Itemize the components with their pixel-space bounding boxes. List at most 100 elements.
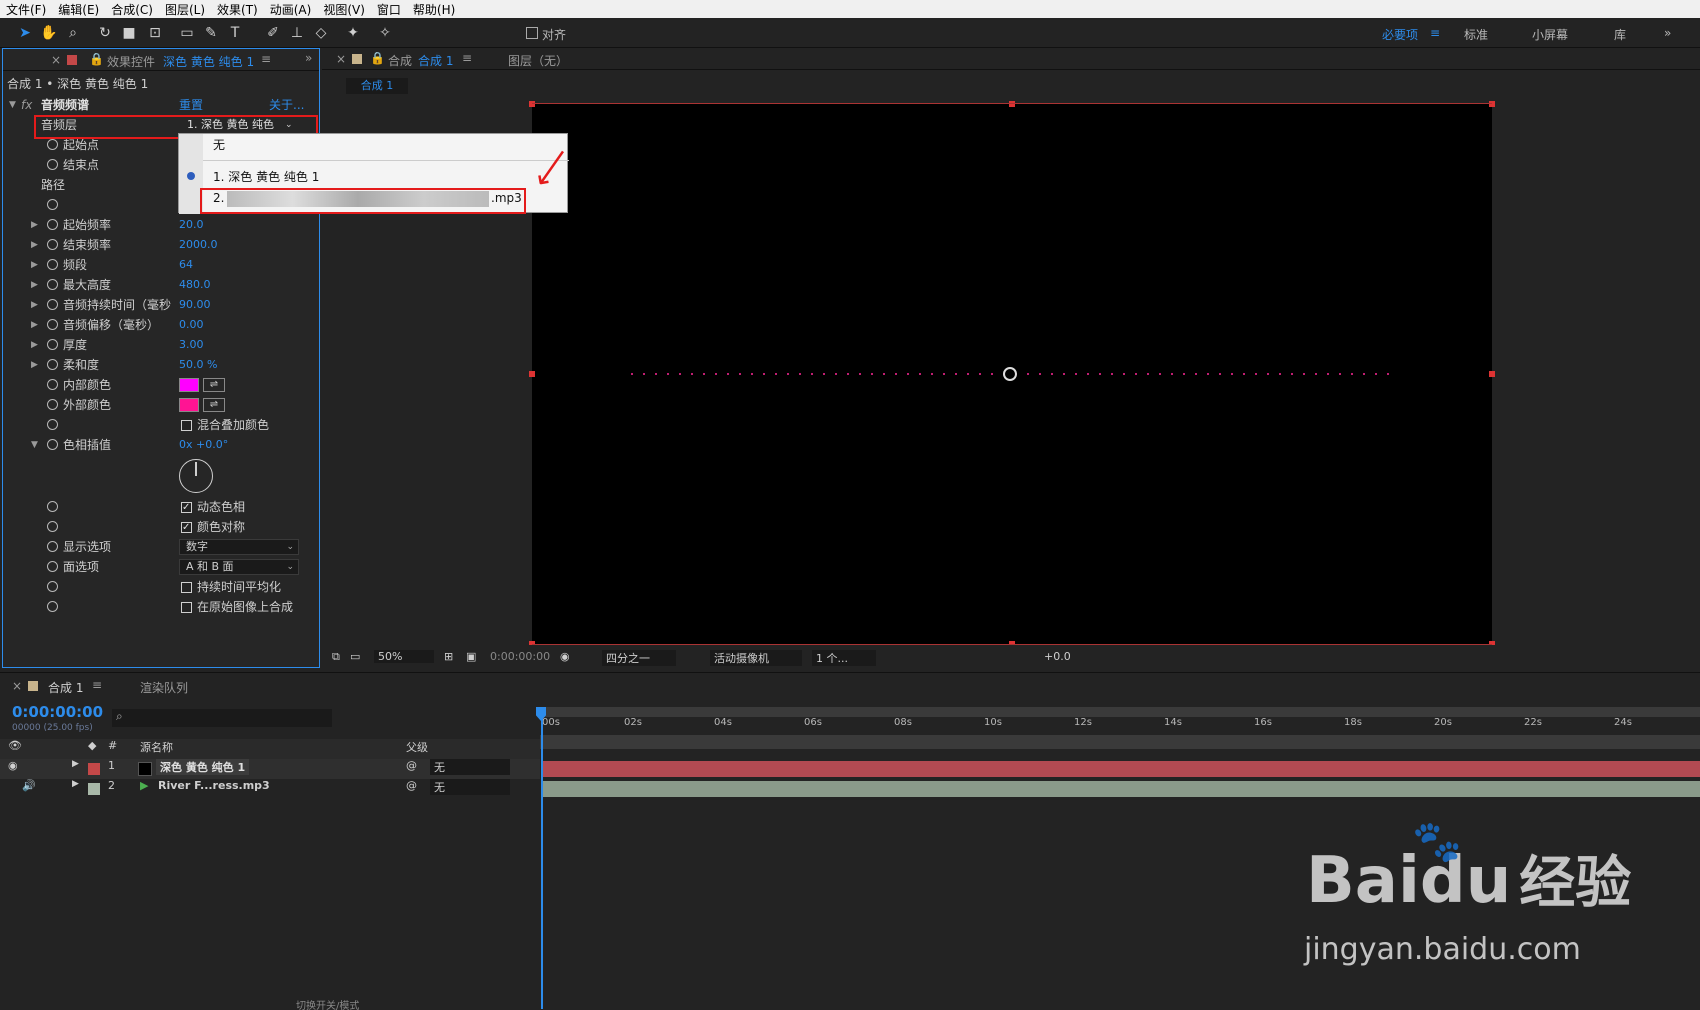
camera-tool-icon[interactable]: ■ (120, 24, 138, 42)
fx-icon[interactable]: fx (21, 95, 32, 115)
inside-color-swatch[interactable] (179, 378, 199, 392)
stopwatch-icon[interactable] (47, 159, 58, 170)
param-value[interactable]: 480.0 (179, 275, 211, 295)
layer-label-color[interactable] (88, 763, 100, 775)
text-tool-icon[interactable]: T (226, 24, 244, 42)
stopwatch-icon[interactable] (47, 299, 58, 310)
close-icon[interactable]: × (336, 52, 346, 66)
expand-icon[interactable]: ▶ (31, 355, 38, 375)
zoom-dropdown[interactable]: 50% (374, 650, 434, 663)
stopwatch-icon[interactable] (47, 319, 58, 330)
expand-icon[interactable]: ▶ (72, 779, 79, 789)
zoom-tool-icon[interactable]: ⌕ (64, 24, 82, 42)
panel-menu-icon[interactable]: ≡ (92, 678, 102, 692)
panel-expand-icon[interactable]: » (305, 51, 312, 65)
param-value[interactable]: 64 (179, 255, 193, 275)
stopwatch-icon[interactable] (47, 541, 58, 552)
angle-dial[interactable] (179, 459, 213, 493)
eyedropper-icon[interactable]: ⇌ (203, 378, 225, 392)
layer-viewer-tab[interactable]: 图层（无） (508, 52, 568, 69)
parent-dropdown[interactable]: 无 (430, 759, 510, 775)
workspace-small-screen[interactable]: 小屏幕 (1532, 26, 1568, 43)
layer-name[interactable]: 深色 黄色 纯色 1 (156, 759, 250, 775)
eyedropper-icon[interactable]: ⇌ (203, 398, 225, 412)
always-preview-icon[interactable]: ⧉ (332, 650, 340, 664)
layer-label-color[interactable] (88, 783, 100, 795)
stopwatch-icon[interactable] (47, 359, 58, 370)
work-area-bar[interactable] (540, 707, 1700, 717)
selection-tool-icon[interactable]: ➤ (16, 24, 34, 42)
param-value[interactable]: 3.00 (179, 335, 204, 355)
stopwatch-icon[interactable] (47, 439, 58, 450)
dynamic-hue-checkbox[interactable] (181, 498, 192, 518)
close-icon[interactable]: × (51, 53, 61, 67)
stopwatch-icon[interactable] (47, 219, 58, 230)
pan-behind-tool-icon[interactable]: ⊡ (146, 24, 164, 42)
color-symmetry-checkbox[interactable] (181, 518, 192, 538)
layer-bar-1[interactable] (542, 761, 1700, 777)
stopwatch-icon[interactable] (47, 501, 58, 512)
collapse-icon[interactable]: ▼ (9, 95, 16, 115)
expand-icon[interactable]: ▶ (31, 255, 38, 275)
menu-file[interactable]: 文件(F) (0, 1, 52, 18)
menu-layer[interactable]: 图层(L) (159, 1, 211, 18)
lock-icon[interactable]: 🔒 (89, 52, 104, 66)
pen-tool-icon[interactable]: ✎ (202, 24, 220, 42)
resolution-dropdown[interactable]: 四分之一 (602, 650, 676, 666)
eraser-tool-icon[interactable]: ◇ (312, 24, 330, 42)
layer-name[interactable]: River F...ress.mp3 (158, 779, 270, 792)
stopwatch-icon[interactable] (47, 139, 58, 150)
workspace-standard[interactable]: 标准 (1464, 26, 1488, 43)
snapshot-icon[interactable]: ◉ (560, 650, 570, 663)
lock-icon[interactable]: 🔒 (370, 51, 385, 65)
menu-composition[interactable]: 合成(C) (105, 1, 159, 18)
menu-edit[interactable]: 编辑(E) (52, 1, 105, 18)
expand-icon[interactable]: ▶ (31, 215, 38, 235)
anchor-point-icon[interactable] (1003, 367, 1017, 381)
param-value[interactable]: 2000.0 (179, 235, 218, 255)
hue-interp-value[interactable]: 0x +0.0° (179, 435, 228, 455)
stopwatch-icon[interactable] (47, 239, 58, 250)
param-value[interactable]: 90.00 (179, 295, 211, 315)
popup-item-solid[interactable]: 1. 深色 黄色 纯色 1 (213, 168, 319, 185)
hand-tool-icon[interactable]: ✋ (40, 24, 58, 42)
display-options-dropdown[interactable]: 数字 ⌄ (179, 539, 299, 555)
effect-controls-tab-layer[interactable]: 深色 黄色 纯色 1 (163, 53, 254, 70)
more-workspaces-icon[interactable]: » (1664, 26, 1671, 40)
toggle-switches-label[interactable]: 切换开关/模式 (296, 997, 359, 1010)
brush-tool-icon[interactable]: ✐ (264, 24, 282, 42)
puppet-pin-icon[interactable]: ✧ (376, 24, 394, 42)
layer-bar-2[interactable] (542, 781, 1700, 797)
popup-item-none[interactable]: 无 (213, 136, 225, 153)
timeline-tab[interactable]: 合成 1 (48, 679, 83, 696)
stopwatch-icon[interactable] (47, 521, 58, 532)
audio-speaker-icon[interactable]: 🔊 (22, 779, 36, 792)
transform-handle[interactable] (1009, 101, 1015, 107)
close-icon[interactable]: × (12, 679, 22, 693)
layer-row-2[interactable]: 🔊 ▶ 2 ▶ River F...ress.mp3 @ 无 (0, 779, 540, 799)
align-checkbox[interactable] (526, 27, 538, 39)
blend-overlap-checkbox[interactable] (181, 420, 192, 431)
effect-controls-tab-label[interactable]: 效果控件 (107, 53, 155, 70)
stopwatch-icon[interactable] (47, 601, 58, 612)
expand-icon[interactable]: ▶ (72, 759, 79, 769)
monitor-icon[interactable]: ▭ (350, 650, 360, 663)
exposure-value[interactable]: +0.0 (1044, 650, 1071, 663)
stopwatch-icon[interactable] (47, 259, 58, 270)
composite-original-checkbox[interactable] (181, 602, 192, 613)
expand-icon[interactable]: ▶ (31, 335, 38, 355)
comp-tab-name[interactable]: 合成 1 (418, 52, 453, 69)
param-value[interactable]: 20.0 (179, 215, 204, 235)
transform-handle[interactable] (1489, 101, 1495, 107)
param-value[interactable]: 0.00 (179, 315, 204, 335)
stopwatch-icon[interactable] (47, 419, 58, 430)
expand-icon[interactable]: ▶ (31, 235, 38, 255)
render-queue-tab[interactable]: 渲染队列 (140, 679, 188, 696)
timeline-timecode[interactable]: 0:00:00:00 (12, 703, 103, 721)
stopwatch-icon[interactable] (47, 379, 58, 390)
panel-menu-icon[interactable]: ≡ (462, 51, 472, 65)
comp-subtab[interactable]: 合成 1 (346, 78, 408, 94)
stopwatch-icon[interactable] (47, 279, 58, 290)
stopwatch-icon[interactable] (47, 339, 58, 350)
playhead[interactable] (541, 709, 543, 1009)
